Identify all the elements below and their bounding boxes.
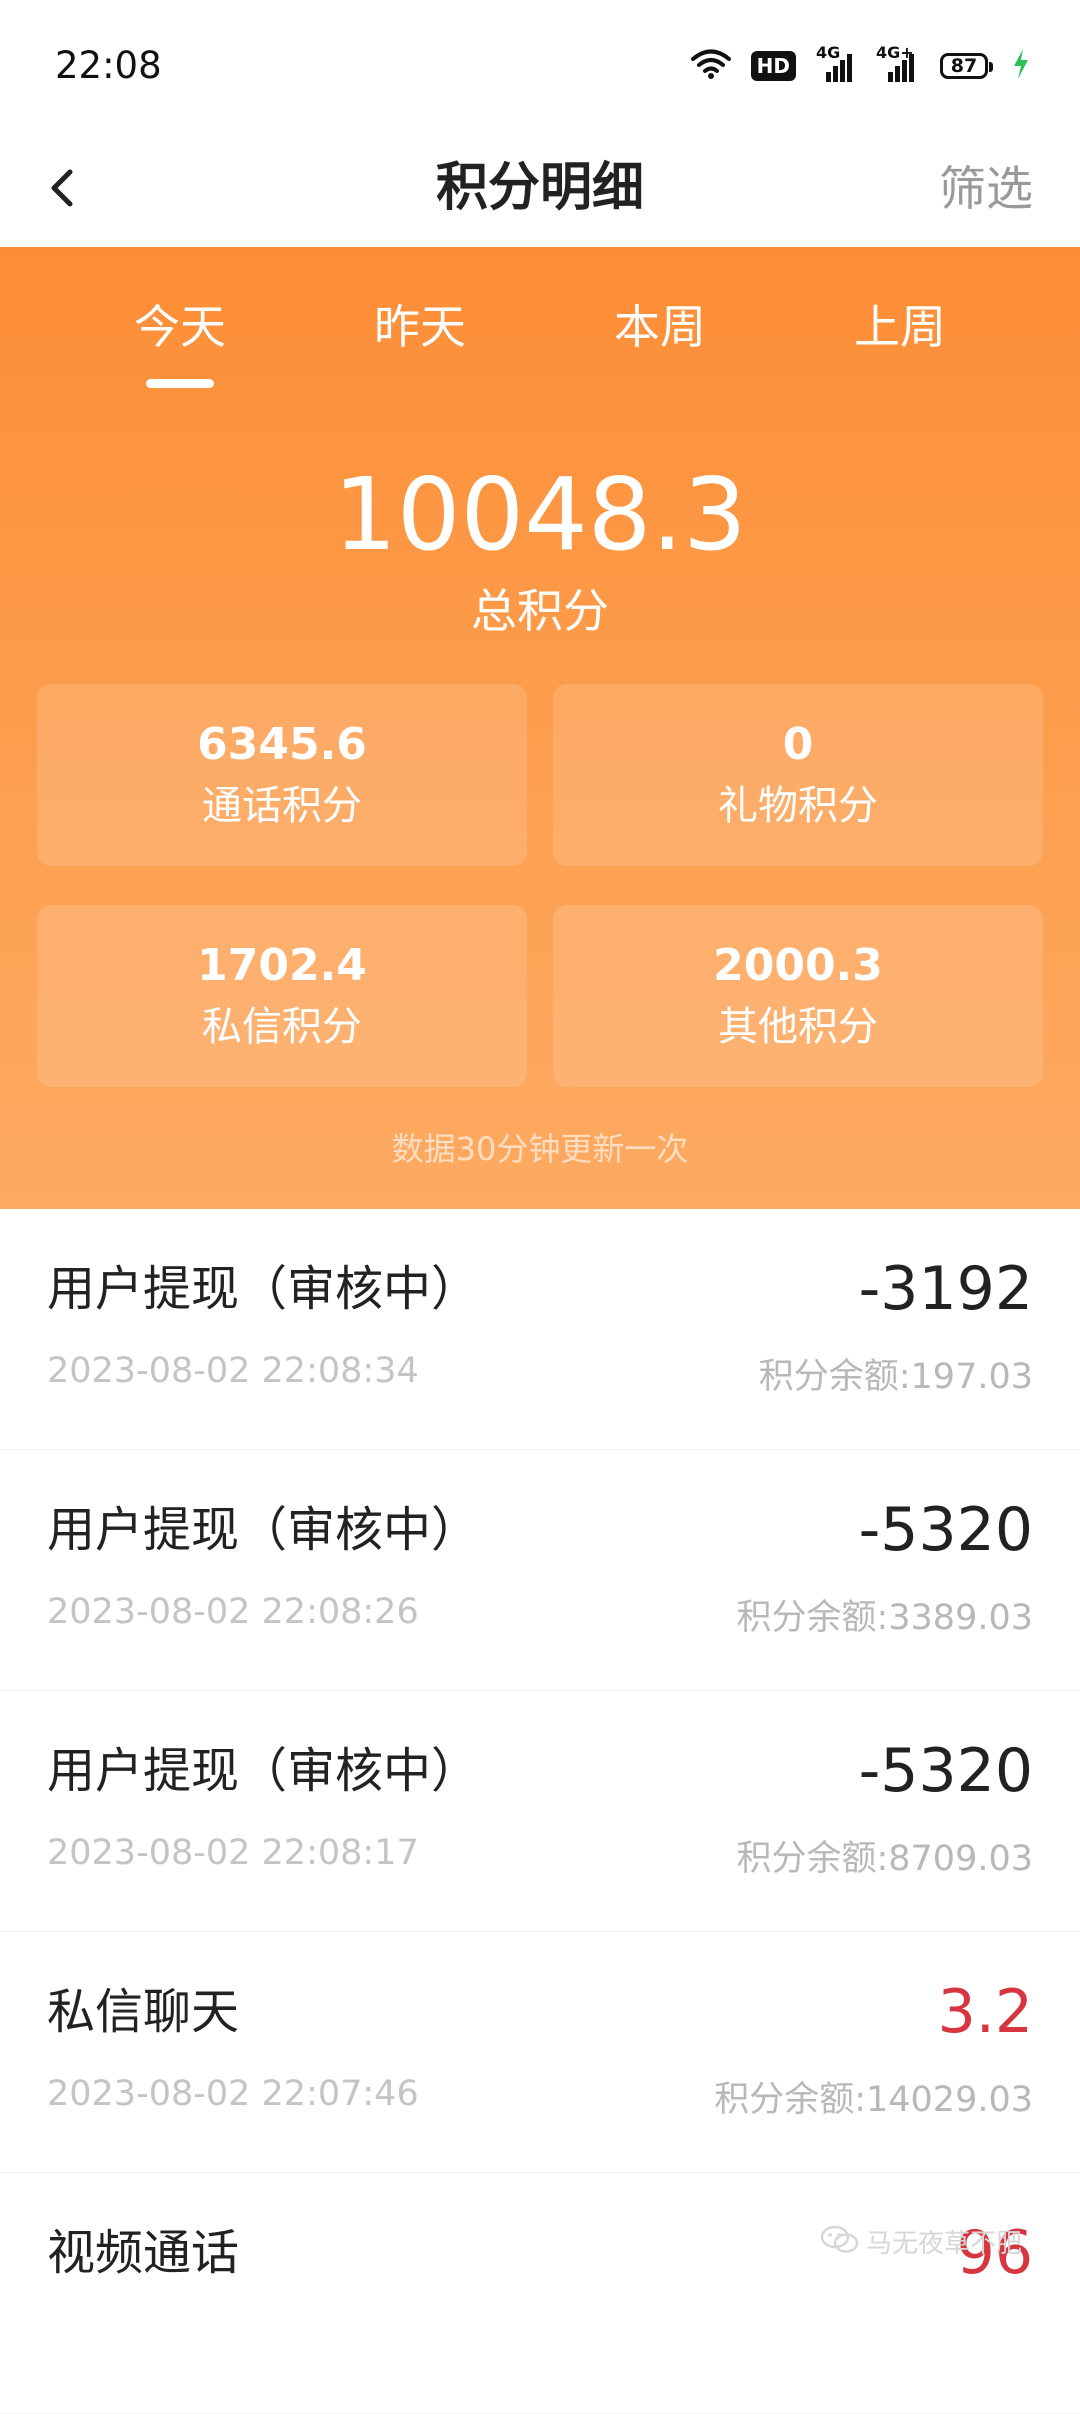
card-label: 私信积分 <box>202 1004 362 1050</box>
gift-points-card: 0 礼物积分 <box>553 684 1043 866</box>
total-points-label: 总积分 <box>471 584 609 638</box>
list-item[interactable]: 私信聊天 2023-08-02 22:07:46 3.2 积分余额:14029.… <box>0 1932 1080 2173</box>
card-label: 通话积分 <box>202 783 362 829</box>
charging-icon <box>1012 48 1030 84</box>
record-amount: 3.2 <box>937 1977 1033 2047</box>
list-item[interactable]: 用户提现（审核中） 2023-08-02 22:08:17 -5320 积分余额… <box>0 1691 1080 1932</box>
total-points-value: 10048.3 <box>333 456 747 573</box>
record-title: 用户提现（审核中） <box>47 1743 480 1799</box>
record-amount: -5320 <box>858 1736 1033 1806</box>
record-balance: 积分余额:3389.03 <box>736 1598 1033 1638</box>
signal-icon: 4G+ <box>876 44 920 82</box>
record-balance: 积分余额:197.03 <box>758 1357 1033 1397</box>
record-amount: -3192 <box>858 1254 1033 1324</box>
sim2-network-label: 4G+ <box>876 43 914 62</box>
record-title: 视频通话 <box>47 2225 240 2281</box>
wechat-icon <box>820 2225 860 2263</box>
call-points-card: 6345.6 通话积分 <box>37 684 527 866</box>
card-label: 其他积分 <box>718 1004 878 1050</box>
filter-button[interactable]: 筛选 <box>939 160 1033 220</box>
page-title: 积分明细 <box>435 158 644 218</box>
record-title: 私信聊天 <box>47 1984 240 2040</box>
points-summary-panel: 今天 昨天 本周 上周 10048.3 总积分 6345.6 通话积分 0 礼物… <box>0 247 1080 1209</box>
update-note: 数据30分钟更新一次 <box>391 1130 689 1168</box>
status-bar: 22:08 HD 4G 4G+ 87 <box>0 0 1080 130</box>
list-item[interactable]: 视频通话 96 <box>0 2173 1080 2414</box>
wifi-icon <box>690 48 731 84</box>
other-points-card: 2000.3 其他积分 <box>553 905 1043 1087</box>
watermark: 马无夜草不肥 <box>820 2224 1060 2264</box>
card-value: 1702.4 <box>197 940 367 991</box>
battery-icon: 87 <box>940 53 993 79</box>
card-value: 0 <box>782 719 814 770</box>
record-amount: -5320 <box>858 1495 1033 1565</box>
tab-yesterday[interactable]: 昨天 <box>320 297 520 357</box>
period-tabs: 今天 昨天 本周 上周 <box>0 297 1080 407</box>
record-time: 2023-08-02 22:07:46 <box>47 2074 419 2114</box>
tab-last-week[interactable]: 上周 <box>800 297 1000 357</box>
record-time: 2023-08-02 22:08:26 <box>47 1592 419 1632</box>
record-title: 用户提现（审核中） <box>47 1261 480 1317</box>
card-value: 6345.6 <box>197 719 367 770</box>
list-item[interactable]: 用户提现（审核中） 2023-08-02 22:08:34 -3192 积分余额… <box>0 1209 1080 1450</box>
card-label: 礼物积分 <box>718 783 878 829</box>
nav-header: 积分明细 筛选 <box>0 130 1080 248</box>
sim1-network-label: 4G <box>816 43 841 62</box>
list-item[interactable]: 用户提现（审核中） 2023-08-02 22:08:26 -5320 积分余额… <box>0 1450 1080 1691</box>
record-balance: 积分余额:14029.03 <box>714 2080 1033 2120</box>
record-time: 2023-08-02 22:08:34 <box>47 1351 419 1391</box>
record-time: 2023-08-02 22:08:17 <box>47 1833 419 1873</box>
message-points-card: 1702.4 私信积分 <box>37 905 527 1087</box>
hd-icon: HD <box>750 51 796 81</box>
record-balance: 积分余额:8709.03 <box>736 1839 1033 1879</box>
signal-icon: 4G <box>816 44 856 82</box>
record-title: 用户提现（审核中） <box>47 1502 480 1558</box>
status-icons: HD 4G 4G+ 87 <box>690 44 1030 88</box>
tab-this-week[interactable]: 本周 <box>560 297 760 357</box>
tab-today[interactable]: 今天 <box>80 297 280 357</box>
card-value: 2000.3 <box>713 940 883 991</box>
watermark-text: 马无夜草不肥 <box>866 2229 1023 2259</box>
status-time: 22:08 <box>55 44 162 87</box>
active-tab-indicator <box>146 379 214 388</box>
